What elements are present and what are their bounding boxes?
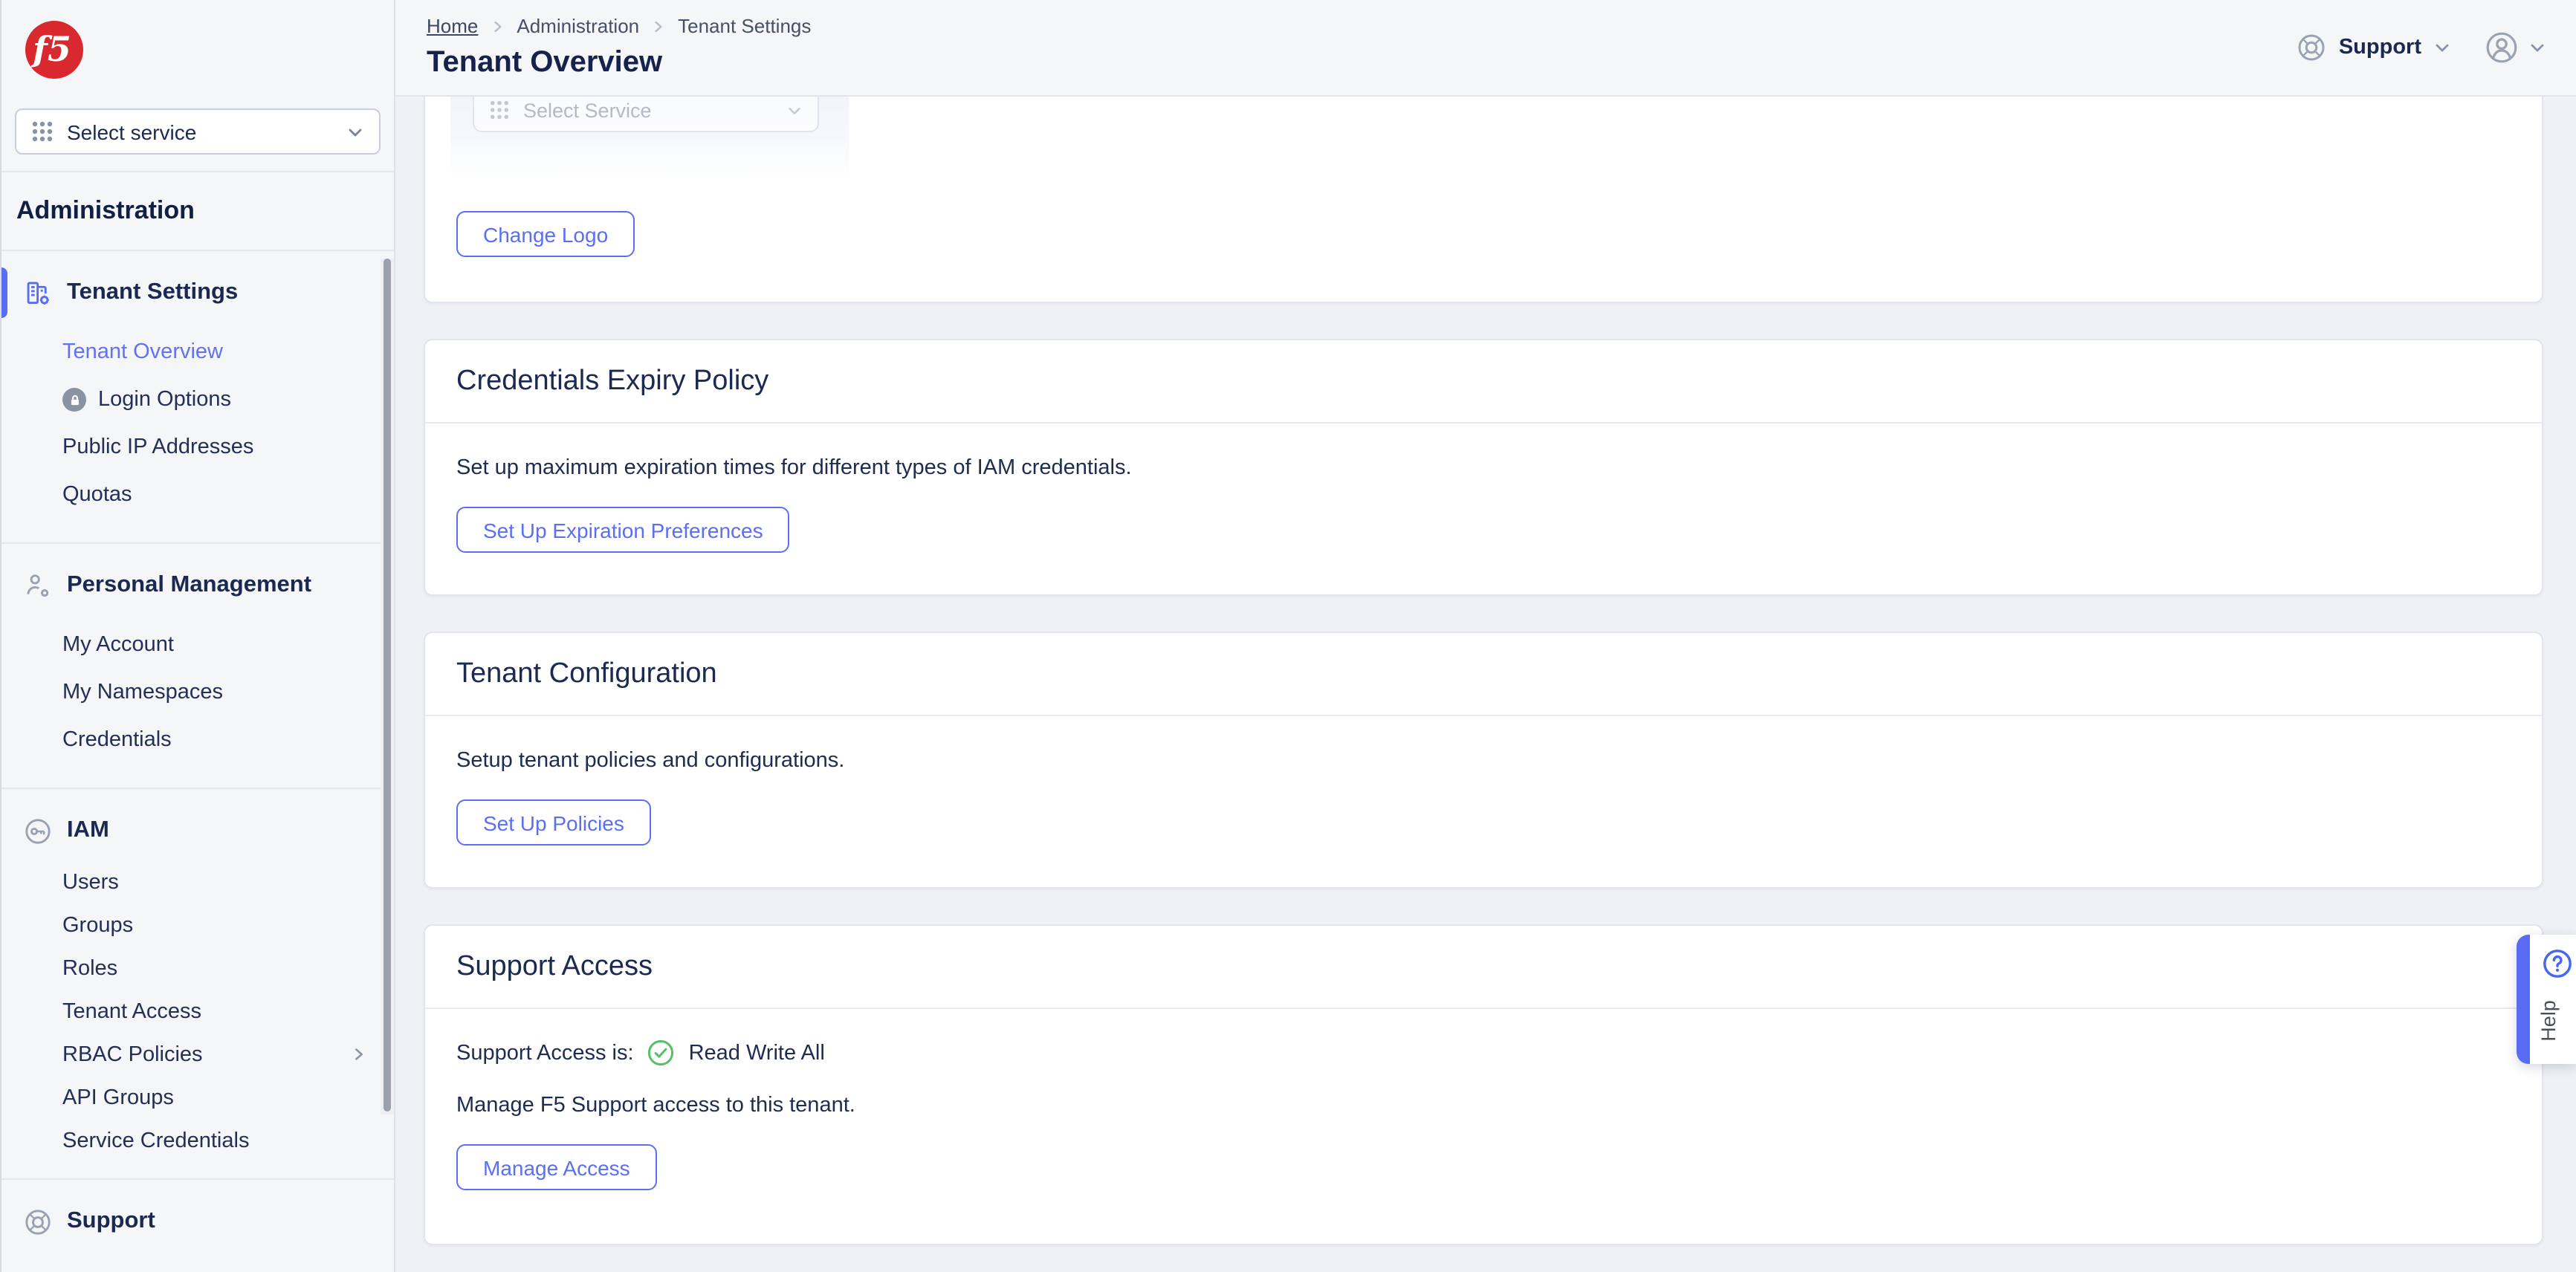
page-title: Tenant Overview bbox=[427, 46, 663, 79]
chevron-right-icon bbox=[490, 19, 505, 33]
breadcrumb-administration[interactable]: Administration bbox=[517, 15, 639, 37]
sidebar-item-login-options[interactable]: Login Options bbox=[1, 376, 394, 424]
sidebar-item-public-ip-addresses[interactable]: Public IP Addresses bbox=[1, 424, 394, 471]
chevron-down-icon bbox=[2433, 39, 2451, 56]
logo-preview-select-label: Select Service bbox=[523, 99, 652, 121]
user-gear-icon bbox=[21, 571, 54, 600]
sidebar-heading: Administration bbox=[16, 196, 195, 224]
header-right: Support bbox=[2297, 30, 2546, 65]
support-access-status: Support Access is: Read Write All bbox=[456, 1039, 2511, 1067]
f5-logo-icon: f5 bbox=[25, 21, 83, 79]
page-content: Select Service Change Logo Credentials E… bbox=[395, 97, 2576, 1272]
breadcrumb: Home Administration Tenant Settings bbox=[427, 15, 811, 37]
sidebar-item-support[interactable]: Support bbox=[1, 1199, 394, 1244]
sidebar-item-groups[interactable]: Groups bbox=[1, 903, 394, 947]
support-menu-label: Support bbox=[2338, 36, 2421, 59]
grid-dots-icon bbox=[31, 120, 54, 143]
change-logo-button[interactable]: Change Logo bbox=[456, 211, 635, 257]
card-title: Tenant Configuration bbox=[456, 658, 717, 689]
sidebar-item-tenant-overview[interactable]: Tenant Overview bbox=[1, 328, 394, 376]
building-gear-icon bbox=[21, 279, 54, 307]
app-window: f5 Select service Administration Tenant … bbox=[0, 0, 2576, 1272]
lock-icon bbox=[62, 388, 86, 412]
sidebar-item-tenant-settings[interactable]: Tenant Settings bbox=[1, 267, 394, 318]
check-circle-icon bbox=[647, 1039, 676, 1067]
card-description: Set up maximum expiration times for diff… bbox=[456, 456, 1132, 480]
sidebar-section-iam: IAM Users Groups Roles Tenant Access RBA… bbox=[1, 789, 394, 1178]
sidebar-item-iam[interactable]: IAM bbox=[1, 808, 394, 853]
service-selector[interactable]: Select service bbox=[15, 108, 381, 155]
card-body: Setup tenant policies and configurations… bbox=[425, 716, 2542, 887]
logo-preview-select: Select Service bbox=[473, 97, 819, 132]
sidebar-item-my-namespaces[interactable]: My Namespaces bbox=[1, 669, 394, 716]
sidebar-item-quotas[interactable]: Quotas bbox=[1, 471, 394, 519]
card-header: Tenant Configuration bbox=[425, 633, 2542, 716]
sidebar-section-title: Support bbox=[67, 1208, 155, 1233]
tenant-logo-card: Select Service Change Logo bbox=[424, 97, 2543, 303]
card-title: Credentials Expiry Policy bbox=[456, 365, 769, 396]
header-left: Home Administration Tenant Settings Tena… bbox=[427, 15, 811, 80]
key-icon bbox=[21, 817, 54, 845]
support-access-card: Support Access Support Access is: Read W… bbox=[424, 924, 2543, 1245]
card-body: Set up maximum expiration times for diff… bbox=[425, 424, 2542, 594]
sidebar-section-title: IAM bbox=[67, 817, 109, 843]
card-body: Support Access is: Read Write All Manage… bbox=[425, 1009, 2542, 1244]
chevron-right-icon bbox=[651, 19, 666, 33]
help-tab[interactable]: Help bbox=[2517, 935, 2576, 1064]
chevron-right-icon bbox=[351, 1046, 367, 1062]
avatar-icon bbox=[2484, 30, 2520, 65]
chevron-down-icon bbox=[2528, 39, 2546, 56]
sidebar-item-credentials[interactable]: Credentials bbox=[1, 716, 394, 764]
card-title: Support Access bbox=[456, 950, 653, 981]
sidebar-item-tenant-access[interactable]: Tenant Access bbox=[1, 990, 394, 1033]
tenant-configuration-card: Tenant Configuration Setup tenant polici… bbox=[424, 632, 2543, 889]
status-value: Read Write All bbox=[688, 1041, 825, 1065]
sidebar-item-roles[interactable]: Roles bbox=[1, 947, 394, 990]
main-area: Home Administration Tenant Settings Tena… bbox=[395, 0, 2576, 1272]
lifebuoy-icon bbox=[2297, 33, 2327, 62]
sidebar: f5 Select service Administration Tenant … bbox=[0, 0, 395, 1272]
sidebar-section-title: Personal Management bbox=[67, 572, 312, 597]
breadcrumb-tenant-settings: Tenant Settings bbox=[678, 15, 812, 37]
page-header: Home Administration Tenant Settings Tena… bbox=[395, 0, 2576, 97]
sidebar-section-tenant-settings: Tenant Settings Tenant Overview Login Op… bbox=[1, 251, 394, 542]
sidebar-item-users[interactable]: Users bbox=[1, 860, 394, 903]
sidebar-item-my-account[interactable]: My Account bbox=[1, 621, 394, 669]
sidebar-item-personal-management[interactable]: Personal Management bbox=[1, 563, 394, 608]
breadcrumb-home-link[interactable]: Home bbox=[427, 15, 478, 37]
logo-preview-image: Select Service bbox=[450, 97, 849, 181]
credentials-expiry-card: Credentials Expiry Policy Set up maximum… bbox=[424, 339, 2543, 596]
card-header: Support Access bbox=[425, 926, 2542, 1009]
status-label: Support Access is: bbox=[456, 1041, 634, 1065]
sidebar-section-title: Tenant Settings bbox=[67, 279, 239, 305]
setup-policies-button[interactable]: Set Up Policies bbox=[456, 799, 651, 846]
lifebuoy-icon bbox=[21, 1207, 54, 1236]
setup-expiration-preferences-button[interactable]: Set Up Expiration Preferences bbox=[456, 507, 790, 553]
support-menu[interactable]: Support bbox=[2297, 33, 2451, 62]
user-menu[interactable] bbox=[2484, 30, 2546, 65]
chevron-down-icon bbox=[786, 102, 803, 118]
sidebar-section-support: Support bbox=[1, 1180, 394, 1244]
card-description: Setup tenant policies and configurations… bbox=[456, 749, 845, 773]
chevron-down-icon bbox=[346, 123, 364, 140]
brand-logo[interactable]: f5 bbox=[25, 21, 394, 79]
sidebar-item-rbac-policies[interactable]: RBAC Policies bbox=[1, 1033, 394, 1076]
grid-dots-icon bbox=[489, 100, 510, 120]
card-header: Credentials Expiry Policy bbox=[425, 340, 2542, 424]
service-selector-label: Select service bbox=[67, 120, 197, 143]
sidebar-section-personal-management: Personal Management My Account My Namesp… bbox=[1, 544, 394, 788]
help-tab-label: Help bbox=[2537, 1000, 2559, 1042]
manage-access-button[interactable]: Manage Access bbox=[456, 1144, 657, 1190]
question-circle-icon bbox=[2542, 948, 2573, 979]
help-tab-stripe bbox=[2517, 935, 2530, 1064]
sidebar-item-service-credentials[interactable]: Service Credentials bbox=[1, 1119, 394, 1162]
sidebar-item-api-groups[interactable]: API Groups bbox=[1, 1076, 394, 1119]
sidebar-scrollbar-thumb[interactable] bbox=[384, 259, 391, 1112]
card-description: Manage F5 Support access to this tenant. bbox=[456, 1094, 855, 1117]
